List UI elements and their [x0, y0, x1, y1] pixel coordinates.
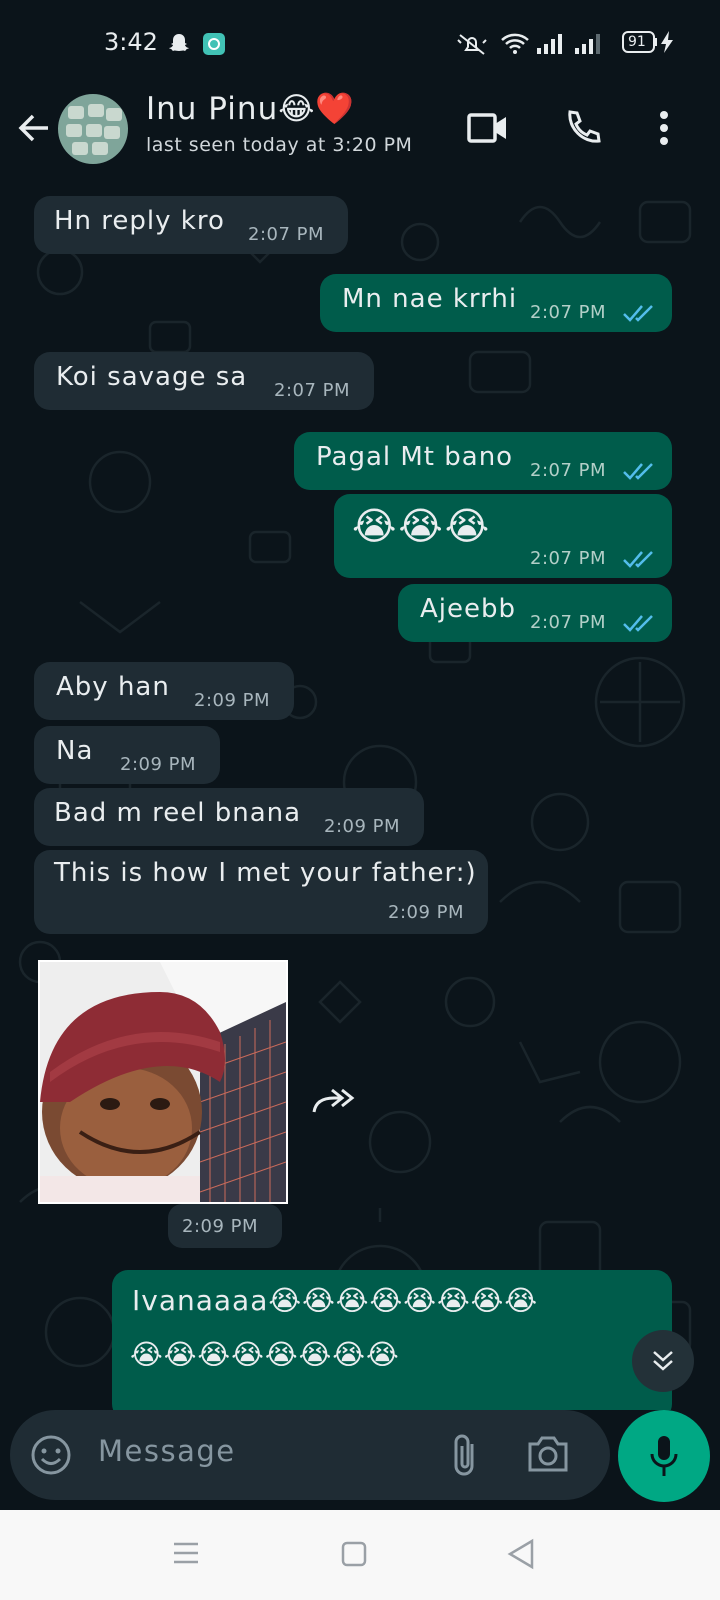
- forward-button[interactable]: [310, 1082, 356, 1122]
- app-notification-icon: [202, 32, 226, 60]
- message-time: 2:07 PM: [530, 302, 607, 323]
- back-icon: [507, 1538, 534, 1570]
- double-chevron-down-icon: [653, 1351, 673, 1371]
- message-bubble-outgoing[interactable]: Mn nae krrhi 2:07 PM: [320, 274, 672, 332]
- message-text: Aby han: [56, 672, 170, 702]
- back-arrow-icon: [18, 114, 48, 142]
- menu-icon: [174, 1542, 198, 1564]
- message-bubble-outgoing[interactable]: Pagal Mt bano 2:07 PM: [294, 432, 672, 490]
- read-ticks-icon: [623, 551, 653, 568]
- mute-icon: [456, 32, 488, 60]
- last-seen-status: last seen today at 3:20 PM: [146, 134, 413, 156]
- signal-icon: [536, 32, 564, 58]
- contact-avatar[interactable]: [58, 94, 128, 164]
- message-text: Pagal Mt bano: [316, 442, 514, 472]
- message-bubble-incoming[interactable]: Na 2:09 PM: [34, 726, 220, 784]
- message-text: Koi savage sa: [56, 362, 248, 392]
- message-time: 2:07 PM: [530, 548, 607, 569]
- message-time: 2:09 PM: [388, 902, 465, 923]
- message-text: 😭😭😭: [352, 504, 492, 548]
- forward-icon: [312, 1088, 355, 1113]
- message-input[interactable]: Message: [98, 1434, 236, 1468]
- more-options-button[interactable]: [640, 104, 688, 152]
- camera-button[interactable]: [526, 1434, 570, 1478]
- image-time-pill: 2:09 PM: [168, 1204, 282, 1248]
- system-navigation-bar: [0, 1510, 720, 1600]
- back-button[interactable]: [10, 104, 58, 152]
- message-bubble-incoming[interactable]: Koi savage sa 2:07 PM: [34, 352, 374, 410]
- system-back-button[interactable]: [506, 1538, 536, 1574]
- shared-image[interactable]: [38, 960, 288, 1204]
- status-bar: 3:42 91: [0, 0, 720, 86]
- message-time: 2:09 PM: [324, 816, 401, 837]
- chat-area[interactable]: Hn reply kro 2:07 PM Mn nae krrhi 2:07 P…: [0, 182, 720, 1410]
- wifi-icon: [500, 32, 530, 60]
- message-bubble-incoming[interactable]: Hn reply kro 2:07 PM: [34, 196, 348, 254]
- charging-icon: [660, 30, 674, 58]
- status-time: 3:42: [104, 28, 158, 56]
- snapchat-icon: [168, 32, 190, 58]
- attach-icon: [454, 1434, 474, 1476]
- message-text: Mn nae krrhi: [342, 284, 518, 314]
- message-time: 2:09 PM: [182, 1216, 259, 1237]
- message-text: Bad m reel bnana: [54, 798, 302, 828]
- message-text-line-1: Ivanaaaa😭😭😭😭😭😭😭😭: [132, 1284, 539, 1317]
- message-text: This is how I met your father:): [54, 858, 477, 888]
- message-time: 2:07 PM: [530, 460, 607, 481]
- photo-thumbnail: [40, 962, 286, 1202]
- message-text: Hn reply kro: [54, 206, 225, 236]
- message-bubble-incoming[interactable]: Aby han 2:09 PM: [34, 662, 294, 720]
- message-time: 2:07 PM: [248, 224, 325, 245]
- message-text: Na: [56, 736, 94, 766]
- chat-header: Inu Pinu😂❤️ last seen today at 3:20 PM: [0, 86, 720, 182]
- home-button[interactable]: [340, 1540, 368, 1572]
- message-time: 2:09 PM: [120, 754, 197, 775]
- message-text-line-2: 😭😭😭😭😭😭😭😭: [130, 1338, 400, 1371]
- message-bubble-outgoing[interactable]: Ivanaaaa😭😭😭😭😭😭😭😭 😭😭😭😭😭😭😭😭: [112, 1270, 672, 1410]
- voice-call-button[interactable]: [558, 104, 606, 152]
- voice-call-icon: [568, 110, 601, 143]
- message-bubble-outgoing[interactable]: Ajeebb 2:07 PM: [398, 584, 672, 642]
- message-text: Ajeebb: [420, 594, 517, 624]
- recent-apps-button[interactable]: [172, 1540, 200, 1570]
- emoji-icon: [31, 1435, 71, 1475]
- emoji-button[interactable]: [30, 1434, 72, 1480]
- signal-icon-2: [574, 32, 602, 58]
- message-time: 2:09 PM: [194, 690, 271, 711]
- voice-record-button[interactable]: [618, 1410, 710, 1502]
- camera-icon: [528, 1436, 568, 1472]
- video-call-icon: [467, 113, 506, 143]
- mic-icon: [650, 1436, 678, 1476]
- message-time: 2:07 PM: [530, 612, 607, 633]
- home-icon: [341, 1541, 367, 1567]
- attach-button[interactable]: [450, 1432, 480, 1482]
- read-ticks-icon: [623, 615, 653, 632]
- message-composer: Message: [10, 1410, 610, 1500]
- contact-name[interactable]: Inu Pinu😂❤️: [146, 90, 355, 127]
- battery-level: 91: [628, 34, 646, 50]
- message-bubble-incoming[interactable]: This is how I met your father:) 2:09 PM: [34, 850, 488, 934]
- message-time: 2:07 PM: [274, 380, 351, 401]
- read-ticks-icon: [623, 305, 653, 322]
- message-bubble-incoming[interactable]: Bad m reel bnana 2:09 PM: [34, 788, 424, 846]
- message-bubble-outgoing[interactable]: 😭😭😭 2:07 PM: [334, 494, 672, 578]
- video-call-button[interactable]: [464, 104, 512, 152]
- more-options-icon: [660, 111, 668, 145]
- read-ticks-icon: [623, 463, 653, 480]
- scroll-to-bottom-button[interactable]: [632, 1330, 694, 1392]
